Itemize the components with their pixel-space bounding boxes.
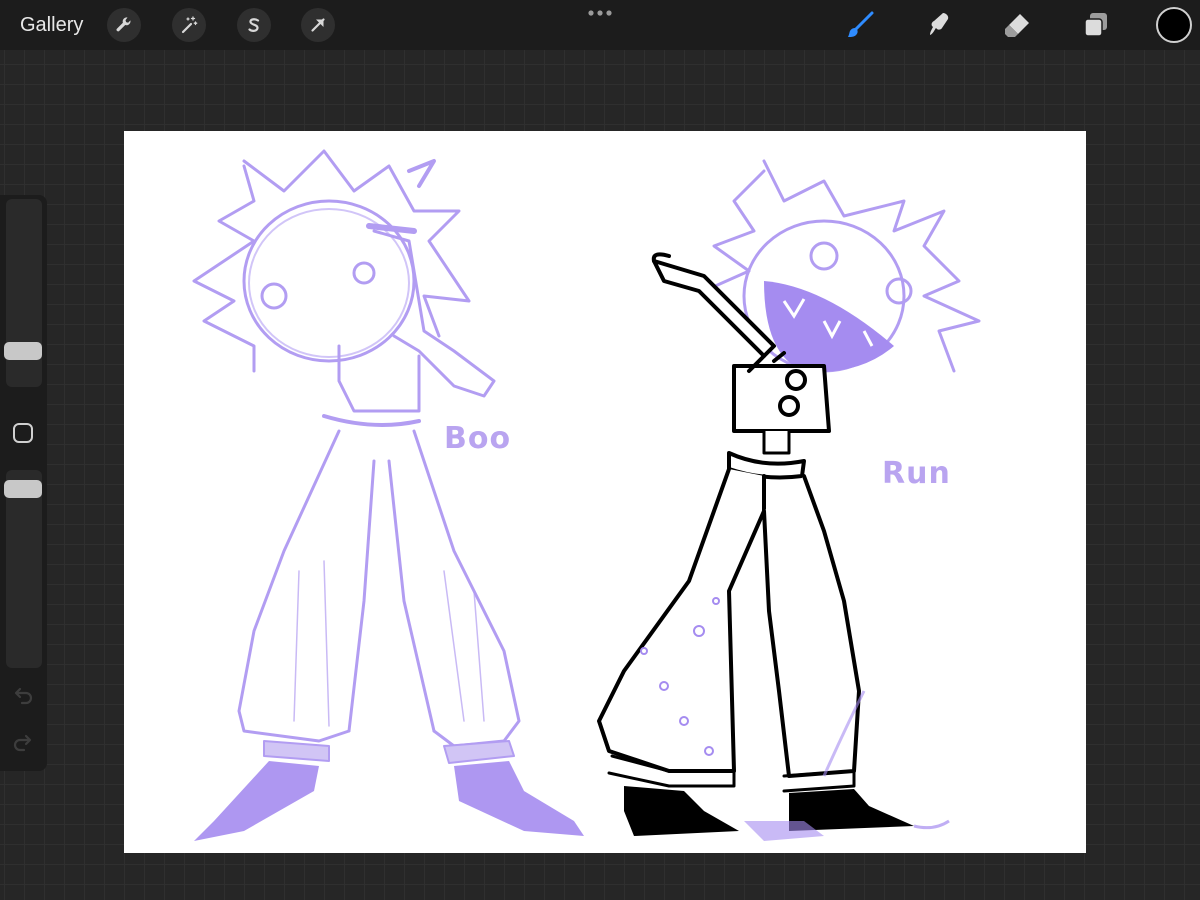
arrow-cursor-icon bbox=[311, 18, 325, 32]
drawing-canvas[interactable]: Boo Run bbox=[124, 131, 1086, 853]
left-sidebar bbox=[0, 195, 47, 771]
magic-wand-icon bbox=[181, 16, 198, 34]
selection-button[interactable] bbox=[237, 8, 271, 42]
brush-icon bbox=[848, 11, 874, 38]
eraser-icon bbox=[1005, 14, 1029, 37]
brush-size-thumb[interactable] bbox=[4, 342, 42, 360]
boo-right-shoe bbox=[454, 761, 584, 836]
undo-icon[interactable] bbox=[11, 683, 35, 707]
top-toolbar: Gallery bbox=[0, 0, 1200, 50]
redo-icon[interactable] bbox=[11, 730, 35, 754]
run-left-shoe bbox=[624, 786, 739, 836]
boo-left-shoe bbox=[194, 761, 319, 841]
brush-tool-button[interactable] bbox=[843, 8, 877, 42]
opacity-thumb[interactable] bbox=[4, 480, 42, 498]
artwork-illustration bbox=[192, 149, 981, 841]
more-options-icon[interactable] bbox=[586, 6, 614, 20]
layers-icon bbox=[1084, 13, 1107, 37]
actions-button[interactable] bbox=[107, 8, 141, 42]
wrench-icon bbox=[116, 17, 131, 32]
modify-button[interactable] bbox=[13, 423, 33, 443]
transform-button[interactable] bbox=[301, 8, 335, 42]
smudge-icon bbox=[930, 13, 949, 35]
procreate-app: Gallery Boo Run bbox=[0, 0, 1200, 900]
layers-button[interactable] bbox=[1079, 8, 1113, 42]
boo-character-sketch bbox=[192, 149, 521, 764]
gallery-button[interactable]: Gallery bbox=[20, 12, 83, 38]
label-run: Run bbox=[882, 456, 951, 491]
selection-s-icon bbox=[248, 18, 260, 32]
run-mouth bbox=[764, 281, 894, 372]
brush-size-slider[interactable] bbox=[4, 199, 42, 387]
smudge-tool-button[interactable] bbox=[922, 8, 956, 42]
eraser-tool-button[interactable] bbox=[1000, 8, 1034, 42]
label-boo: Boo bbox=[444, 421, 512, 456]
color-picker-swatch[interactable] bbox=[1156, 7, 1192, 43]
opacity-slider[interactable] bbox=[4, 470, 42, 668]
adjustments-button[interactable] bbox=[172, 8, 206, 42]
